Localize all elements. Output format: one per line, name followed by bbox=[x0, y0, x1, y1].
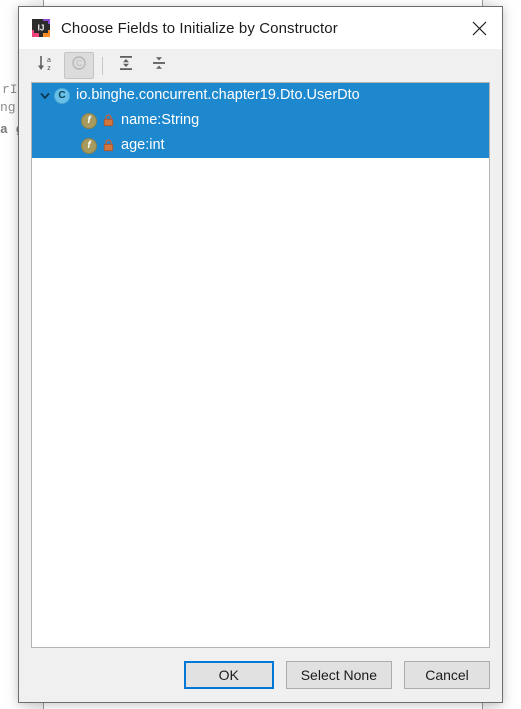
sort-alphabetically-button[interactable]: a z bbox=[31, 52, 61, 79]
background-code-fragment: rI bbox=[2, 82, 18, 97]
svg-text:z: z bbox=[47, 65, 51, 72]
class-grouping-icon: C bbox=[71, 55, 87, 76]
select-none-button[interactable]: Select None bbox=[285, 661, 392, 689]
sort-alphabetically-icon: a z bbox=[37, 54, 55, 77]
intellij-idea-icon: IJ bbox=[32, 19, 50, 37]
collapse-all-icon bbox=[150, 54, 168, 77]
ok-button[interactable]: OK bbox=[183, 661, 274, 689]
tree-row[interactable]: f age:int bbox=[32, 133, 489, 158]
choose-fields-dialog: IJ Choose Fields to Initialize by Constr… bbox=[18, 6, 503, 703]
tree-toolbar: a z C bbox=[31, 49, 490, 82]
chevron-down-icon[interactable] bbox=[36, 87, 54, 105]
close-icon[interactable] bbox=[456, 7, 502, 49]
private-lock-icon bbox=[103, 114, 114, 127]
tree-row[interactable]: C io.binghe.concurrent.chapter19.Dto.Use… bbox=[32, 83, 489, 108]
tree-node-label: name:String bbox=[121, 112, 200, 129]
dialog-content: a z C C io.binghe.concurrent.chapter19.D… bbox=[19, 49, 502, 702]
fields-tree[interactable]: C io.binghe.concurrent.chapter19.Dto.Use… bbox=[31, 82, 490, 648]
dialog-button-bar: OK Select None Cancel bbox=[31, 648, 490, 702]
cancel-button[interactable]: Cancel bbox=[404, 661, 490, 689]
field-icon: f bbox=[81, 112, 97, 129]
background-code-fragment: ng bbox=[0, 100, 16, 115]
svg-text:a: a bbox=[47, 57, 51, 64]
toolbar-separator bbox=[102, 56, 103, 75]
tree-node-label: io.binghe.concurrent.chapter19.Dto.UserD… bbox=[76, 87, 360, 104]
expand-all-icon bbox=[117, 54, 135, 77]
tree-node-label: age:int bbox=[121, 137, 165, 154]
svg-text:IJ: IJ bbox=[38, 24, 45, 33]
group-by-class-button[interactable]: C bbox=[64, 52, 94, 79]
field-icon: f bbox=[81, 137, 97, 154]
svg-text:C: C bbox=[76, 59, 82, 68]
dialog-titlebar: IJ Choose Fields to Initialize by Constr… bbox=[19, 7, 502, 49]
expand-all-button[interactable] bbox=[111, 52, 141, 79]
collapse-all-button[interactable] bbox=[144, 52, 174, 79]
class-icon: C bbox=[54, 87, 70, 104]
tree-row[interactable]: f name:String bbox=[32, 108, 489, 133]
private-lock-icon bbox=[103, 139, 114, 152]
dialog-title: Choose Fields to Initialize by Construct… bbox=[61, 19, 338, 37]
